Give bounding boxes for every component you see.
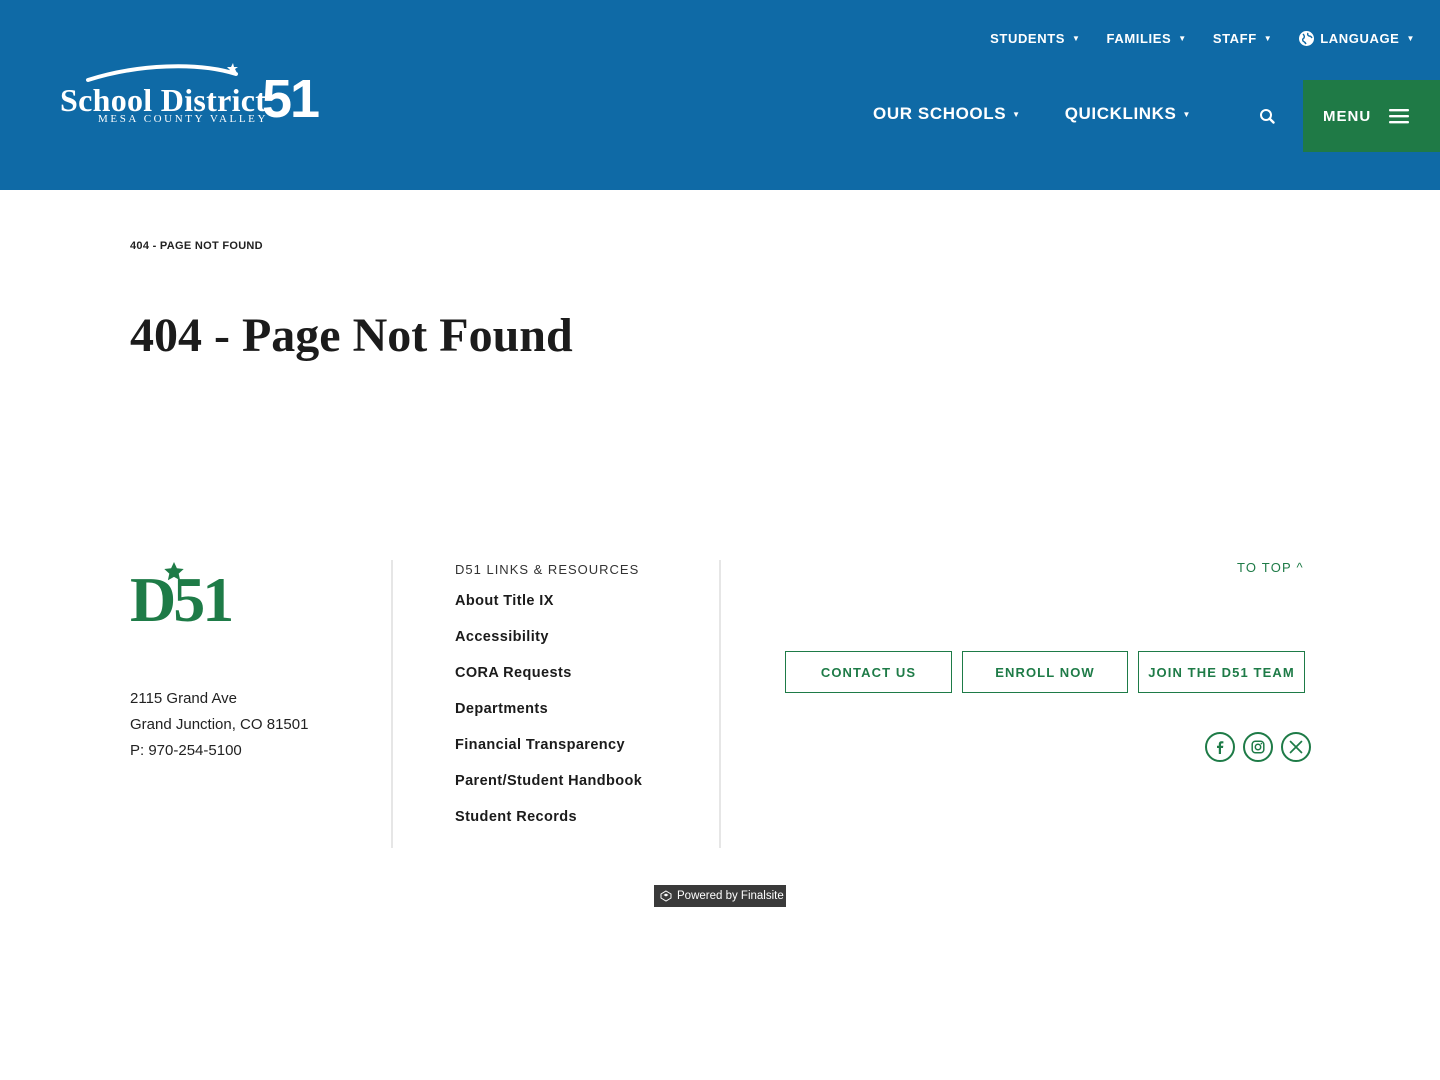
x-link[interactable] [1281,732,1311,762]
address-line2: Grand Junction, CO 81501 [130,716,309,733]
footer-divider [719,560,721,848]
menu-label: MENU [1323,107,1372,125]
logo-subtitle: MESA COUNTY VALLEY [98,113,269,125]
footer-logo[interactable]: D51 [130,562,240,642]
caret-down-icon: ▼ [1072,34,1081,43]
x-icon [1289,740,1303,754]
footer-address: 2115 Grand Ave Grand Junction, CO 81501 … [130,686,308,764]
cta-buttons: CONTACT US ENROLL NOW JOIN THE D51 TEAM [785,651,1305,693]
site-header: School District 51 MESA COUNTY VALLEY ST… [0,0,1440,190]
contact-us-button[interactable]: CONTACT US [785,651,952,693]
address-phone: P: 970-254-5100 [130,742,242,759]
district-logo[interactable]: School District 51 MESA COUNTY VALLEY [58,60,320,136]
menu-button[interactable]: MENU [1303,80,1440,152]
caret-down-icon: ▼ [1012,109,1021,119]
caret-down-icon: ▼ [1263,34,1273,43]
instagram-icon [1251,740,1265,754]
link-departments[interactable]: Departments [455,699,642,735]
nav-students[interactable]: STUDENTS ▼ [990,31,1080,46]
link-about-title-ix[interactable]: About Title IX [455,591,642,627]
social-links [1205,732,1311,762]
search-button[interactable] [1255,104,1279,128]
instagram-link[interactable] [1243,732,1273,762]
facebook-link[interactable] [1205,732,1235,762]
caret-down-icon: ▼ [1178,34,1187,43]
nav-language[interactable]: LANGUAGE ▼ [1298,30,1415,47]
utility-nav: STUDENTS ▼ FAMILIES ▼ STAFF ▼ LANGUAGE ▼ [990,30,1415,47]
powered-by-badge[interactable]: Powered by Finalsite [654,885,786,907]
caret-down-icon: ▼ [1182,109,1192,119]
link-cora-requests[interactable]: CORA Requests [455,663,642,699]
facebook-icon [1217,741,1224,754]
nav-quicklinks[interactable]: QUICKLINKS ▼ [1065,104,1191,124]
nav-staff[interactable]: STAFF ▼ [1213,31,1272,46]
search-icon [1260,109,1275,124]
link-financial-transparency[interactable]: Financial Transparency [455,735,642,771]
link-accessibility[interactable]: Accessibility [455,627,642,663]
address-line1: 2115 Grand Ave [130,690,238,707]
nav-our-schools[interactable]: OUR SCHOOLS ▼ [873,104,1021,124]
link-parent-student-handbook[interactable]: Parent/Student Handbook [455,771,642,807]
join-team-button[interactable]: JOIN THE D51 TEAM [1138,651,1305,693]
enroll-now-button[interactable]: ENROLL NOW [962,651,1128,693]
to-top-link[interactable]: TO TOP ^ [1237,560,1304,575]
finalsite-icon [660,890,672,902]
caret-down-icon: ▼ [1406,34,1415,43]
powered-by-text: Powered by Finalsite [677,890,784,902]
logo-number: 51 [262,69,320,129]
breadcrumb: 404 - PAGE NOT FOUND [130,240,263,252]
link-student-records[interactable]: Student Records [455,807,642,843]
footer-links: D51 LINKS & RESOURCES About Title IX Acc… [455,562,642,843]
main-nav: OUR SCHOOLS ▼ QUICKLINKS ▼ [873,104,1191,124]
globe-icon [1299,31,1315,46]
nav-families[interactable]: FAMILIES ▼ [1107,31,1187,46]
star-icon [164,562,184,581]
links-heading: D51 LINKS & RESOURCES [455,562,640,577]
footer-divider [391,560,393,848]
hamburger-icon [1389,109,1410,124]
page-title: 404 - Page Not Found [130,309,573,362]
